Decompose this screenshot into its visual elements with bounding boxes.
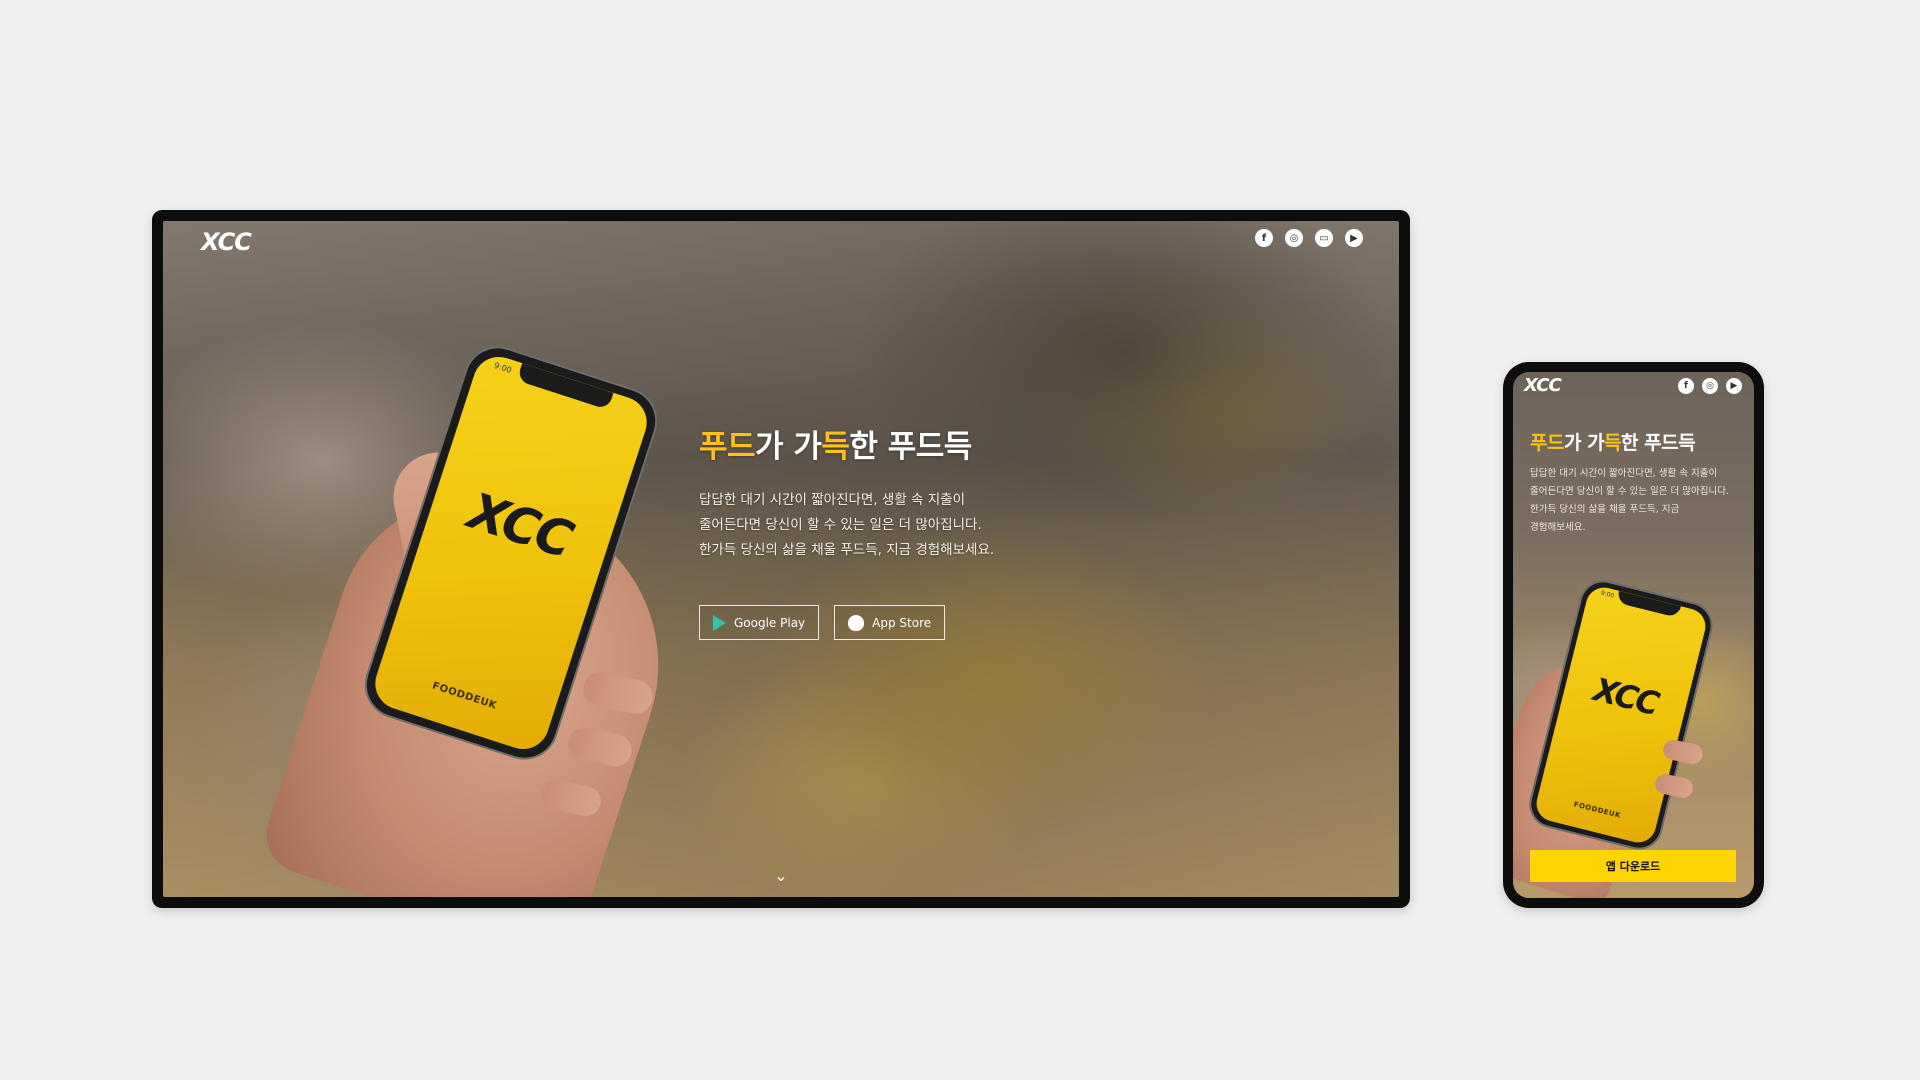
social-links: f ◎ ▭ ▶ bbox=[1255, 229, 1363, 247]
hero-description: 답답한 대기 시간이 짧아진다면, 생활 속 지출이 줄어든다면 당신이 할 수… bbox=[699, 492, 995, 558]
google-play-icon bbox=[713, 614, 726, 631]
phone-app-logo: XCC bbox=[461, 481, 579, 569]
youtube-icon[interactable]: ▶ bbox=[1726, 378, 1742, 394]
mobile-screen: XCC f ◎ ▶ 푸드가 가득한 푸드득 답답한 대기 시간이 짧아진다면, … bbox=[1513, 372, 1754, 898]
hero-title: 푸드가 가득한 푸드득 bbox=[1530, 432, 1696, 454]
instagram-icon[interactable]: ◎ bbox=[1702, 378, 1718, 394]
phone-app-name: FOODDEUK bbox=[1572, 800, 1622, 820]
phone-notch bbox=[516, 363, 614, 410]
mobile-mockup: XCC f ◎ ▶ 푸드가 가득한 푸드득 답답한 대기 시간이 짧아진다면, … bbox=[1503, 362, 1764, 908]
site-logo[interactable]: XCC bbox=[1524, 375, 1562, 396]
desktop-mockup: XCC f ◎ ▭ ▶ 9:00 XCC FOODDEUK 푸드가 가득한 푸드… bbox=[152, 210, 1410, 908]
phone-mockup: 9:00 XCC FOODDEUK bbox=[1526, 577, 1716, 853]
google-play-button[interactable]: Google Play bbox=[699, 605, 820, 640]
facebook-icon[interactable]: f bbox=[1255, 229, 1273, 247]
app-download-button[interactable]: 앱 다운로드 bbox=[1530, 850, 1736, 882]
youtube-icon[interactable]: ▶ bbox=[1345, 229, 1363, 247]
apple-icon bbox=[848, 614, 865, 631]
hero-description: 답답한 대기 시간이 짧아진다면, 생활 속 지출이 줄어든다면 당신이 할 수… bbox=[1530, 468, 1729, 533]
hero-section: 푸드가 가득한 푸드득 답답한 대기 시간이 짧아진다면, 생활 속 지출이 줄… bbox=[1530, 428, 1745, 537]
phone-time: 9:00 bbox=[1600, 589, 1615, 600]
facebook-icon[interactable]: f bbox=[1678, 378, 1694, 394]
site-logo[interactable]: XCC bbox=[201, 228, 252, 256]
phone-notch bbox=[1616, 590, 1682, 618]
social-links: f ◎ ▶ bbox=[1678, 378, 1742, 394]
hero-title: 푸드가 가득한 푸드득 bbox=[699, 429, 972, 465]
chevron-down-icon[interactable]: ⌄ bbox=[774, 866, 787, 885]
phone-time: 9:00 bbox=[492, 360, 513, 375]
desktop-screen: XCC f ◎ ▭ ▶ 9:00 XCC FOODDEUK 푸드가 가득한 푸드… bbox=[163, 221, 1399, 897]
phone-screen: 9:00 XCC FOODDEUK bbox=[1532, 583, 1710, 847]
phone-app-name: FOODDEUK bbox=[430, 680, 499, 712]
app-store-button[interactable]: App Store bbox=[834, 605, 946, 640]
instagram-icon[interactable]: ◎ bbox=[1285, 229, 1303, 247]
store-buttons: Google Play App Store bbox=[699, 605, 994, 640]
phone-app-logo: XCC bbox=[1589, 670, 1662, 723]
hero-section: 푸드가 가득한 푸드득 답답한 대기 시간이 짧아진다면, 생활 속 지출이 줄… bbox=[699, 421, 994, 640]
chat-icon[interactable]: ▭ bbox=[1315, 229, 1333, 247]
